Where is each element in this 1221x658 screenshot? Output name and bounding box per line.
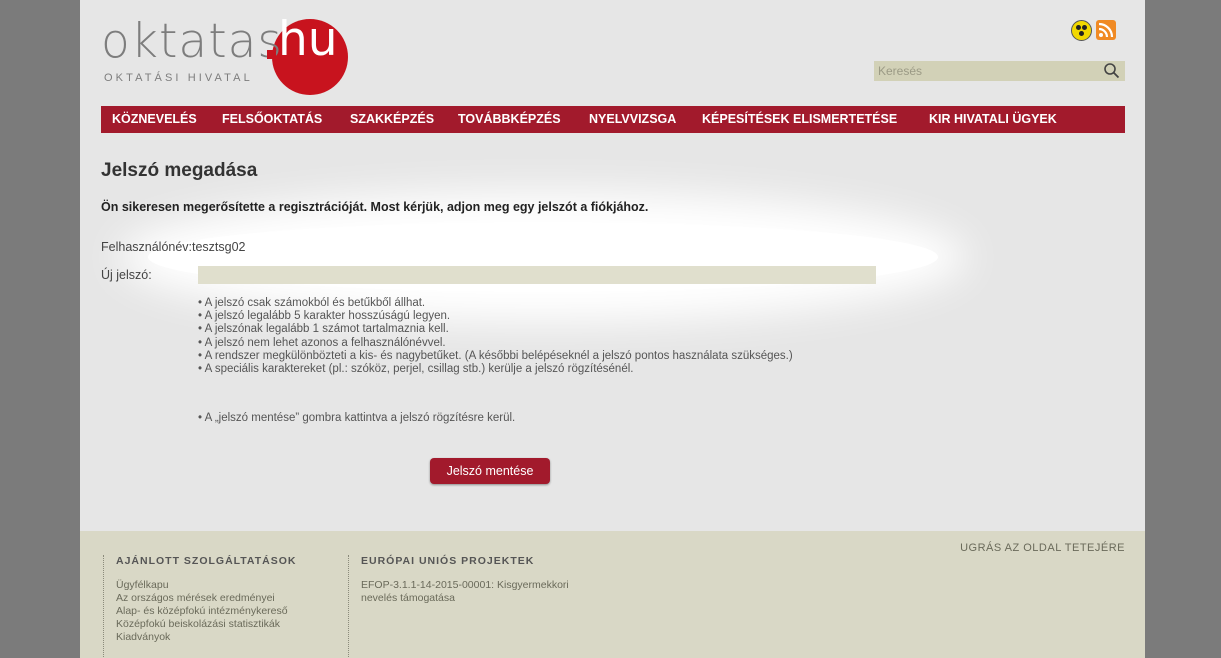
search-icon[interactable] [1103, 62, 1121, 80]
footer-col-services: AJÁNLOTT SZOLGÁLTATÁSOK Ügyfélkapu Az or… [103, 555, 341, 658]
nav-item-szakkepzes[interactable]: SZAKKÉPZÉS [350, 106, 434, 133]
rule-item: • A rendszer megkülönbözteti a kis- és n… [198, 349, 793, 362]
accessibility-icon[interactable] [1071, 20, 1092, 41]
site-logo[interactable]: oktatas hu OKTATÁSI HIVATAL [101, 12, 371, 95]
header-icons [1071, 20, 1121, 42]
search-box [874, 61, 1125, 81]
footer-col-title: AJÁNLOTT SZOLGÁLTATÁSOK [116, 555, 297, 567]
intro-text: Ön sikeresen megerősítette a regisztráci… [101, 200, 649, 214]
logo-dot [267, 50, 276, 59]
save-note: • A „jelszó mentése” gombra kattintva a … [198, 412, 516, 424]
nav-item-felsooktatas[interactable]: FELSŐOKTATÁS [222, 106, 322, 133]
logo-hu: hu [278, 12, 338, 67]
search-input[interactable] [874, 61, 1093, 81]
page-title: Jelszó megadása [101, 160, 258, 181]
logo-subtitle: OKTATÁSI HIVATAL [104, 72, 253, 84]
rule-item: • A jelszónak legalább 1 számot tartalma… [198, 323, 449, 336]
password-label: Új jelszó: [101, 268, 152, 282]
logo-word: oktatas [101, 14, 283, 69]
save-password-button[interactable]: Jelszó mentése [430, 458, 550, 484]
nav-item-nyelvvizsga[interactable]: NYELVVIZSGA [589, 106, 676, 133]
nav-item-tovabbkepzes[interactable]: TOVÁBBKÉPZÉS [458, 106, 561, 133]
footer-link[interactable]: Ügyfélkapu [116, 579, 341, 592]
nav-item-koznevelés[interactable]: KÖZNEVELÉS [112, 106, 197, 133]
username-label: Felhasználónév: [101, 240, 193, 254]
footer-link[interactable]: Alap- és középfokú intézménykereső [116, 605, 341, 618]
rule-item: • A jelszó nem lehet azonos a felhasznál… [198, 336, 446, 349]
new-password-input[interactable] [198, 266, 876, 284]
footer-col-eu-projects: EURÓPAI UNIÓS PROJEKTEK EFOP-3.1.1-14-20… [348, 555, 611, 658]
footer-col-title: EURÓPAI UNIÓS PROJEKTEK [361, 555, 535, 567]
rule-item: • A speciális karaktereket (pl.: szóköz,… [198, 363, 634, 376]
footer-link[interactable]: Középfokú beiskolázási statisztikák [116, 618, 341, 631]
rss-icon[interactable] [1096, 20, 1116, 40]
footer-link[interactable]: Az országos mérések eredményei [116, 592, 341, 605]
nav-item-kepesitesek[interactable]: KÉPESÍTÉSEK ELISMERTETÉSE [702, 106, 897, 133]
nav-item-kir-hivatali-ugyek[interactable]: KIR HIVATALI ÜGYEK [929, 106, 1057, 133]
footer-link[interactable]: Kiadványok [116, 631, 341, 644]
rule-item: • A jelszó legalább 5 karakter hosszúság… [198, 310, 451, 323]
password-rules: • A jelszó csak számokból és betűkből ál… [198, 297, 793, 376]
main-nav: KÖZNEVELÉS FELSŐOKTATÁS SZAKKÉPZÉS TOVÁB… [101, 106, 1125, 133]
rule-item: • A jelszó csak számokból és betűkből ál… [198, 297, 426, 309]
username-value: tesztsg02 [192, 240, 246, 254]
page: oktatas hu OKTATÁSI HIVATAL KÖZNEVELÉS F [80, 0, 1145, 658]
footer: UGRÁS AZ OLDAL TETEJÉRE AJÁNLOTT SZOLGÁL… [80, 531, 1145, 658]
footer-link[interactable]: EFOP-3.1.1-14-2015-00001: Kisgyermekkori… [361, 579, 601, 605]
back-to-top-link[interactable]: UGRÁS AZ OLDAL TETEJÉRE [960, 542, 1125, 554]
